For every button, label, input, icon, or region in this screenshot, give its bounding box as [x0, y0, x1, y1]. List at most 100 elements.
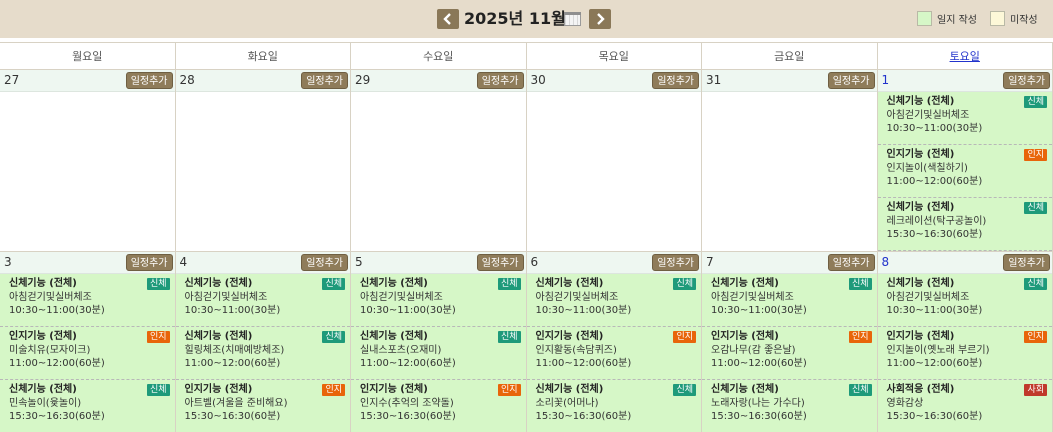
add-schedule-button[interactable]: 일정추가 [827, 72, 875, 89]
schedule-event[interactable]: 신체기능 (전체) 아침걷기및실버체조 10:30~11:00(30분) 신체 [877, 92, 1052, 145]
add-schedule-button[interactable]: 일정추가 [301, 254, 348, 271]
event-type-badge: 신체 [146, 384, 170, 396]
day-cell[interactable]: 1 일정추가 신체기능 (전체) 아침걷기및실버체조 10:30~11:00(30분) 신… [877, 70, 1053, 251]
add-schedule-button[interactable]: 일정추가 [827, 254, 875, 271]
day-cell[interactable]: 3 일정추가 신체기능 (전체) 아침걷기및실버체조 10:30~11:00(30분) 신… [0, 252, 176, 432]
event-program-name: 영화감상 [886, 398, 924, 409]
day-cell[interactable]: 30 일정추가 [526, 70, 702, 251]
schedule-event[interactable]: 인지기능 (전체) 오감나무(감 좋은날) 11:00~12:00(60분) 인지 [702, 327, 877, 380]
day-cell[interactable]: 6 일정추가신체기능 (전체) 아침걷기및실버체조 10:30~11:00(30분) 신… [526, 252, 702, 432]
add-schedule-button[interactable]: 일정추가 [652, 72, 699, 89]
add-schedule-button[interactable]: 일정추가 [476, 254, 524, 271]
event-category: 인지기능 (전체) [711, 331, 779, 342]
event-program-name: 아침걷기및실버체조 [886, 110, 970, 121]
event-program-name: 아침걷기및실버체조 [9, 292, 92, 303]
event-time: 15:30~16:30(60분) [184, 411, 281, 422]
add-schedule-button[interactable]: 일정추가 [652, 254, 699, 271]
day-cell[interactable]: 4 일정추가신체기능 (전체) 아침걷기및실버체조 10:30~11:00(30분) 신… [175, 252, 351, 432]
add-schedule-button[interactable]: 일정추가 [125, 254, 173, 271]
day-cell[interactable]: 31 일정추가 [702, 70, 878, 251]
day-cell[interactable]: 8 일정추가신체기능 (전체) 아침걷기및실버체조 10:30~11:00(30분) 신… [877, 252, 1053, 432]
schedule-event[interactable]: 인지기능 (전체) 인지활동(속담퀴즈) 11:00~12:00(60분) 인지 [526, 327, 701, 380]
day-number: 8 [881, 255, 890, 269]
event-program-name: 실내스포츠(오재미) [360, 345, 442, 356]
day-header: 3 일정추가 [0, 252, 175, 274]
day-cell[interactable]: 28 일정추가 [175, 70, 351, 251]
event-program-name: 오감나무(감 좋은날) [711, 345, 796, 356]
schedule-event[interactable]: 인지기능 (전체) 미술치유(모자이크) 11:00~12:00(60분) 인지 [0, 327, 175, 380]
schedule-event[interactable]: 신체기능 (전체) 민속놀이(윷놀이) 15:30~16:30(60분) 신체 [0, 380, 175, 432]
event-program-name: 민속놀이(윷놀이) [9, 398, 82, 409]
schedule-event[interactable]: 신체기능 (전체) 실내스포츠(오재미) 11:00~12:00(60분) 신체 [351, 327, 526, 380]
event-time: 11:00~12:00(60분) [184, 358, 281, 369]
schedule-event[interactable]: 인지기능 (전체) 아트벨(겨울을 준비해요) 15:30~16:30(60분) 인지 [175, 380, 350, 432]
schedule-event[interactable]: 신체기능 (전체) 아침걷기및실버체조 10:30~11:00(30분) 신체 [0, 274, 175, 327]
day-header: 5 일정추가 [351, 252, 526, 274]
day-cell[interactable]: 27 일정추가 [0, 70, 176, 251]
weekday-header-6[interactable]: 토요일 [878, 43, 1053, 69]
event-program-name: 인지놀이(색칠하기) [886, 163, 968, 174]
schedule-event[interactable]: 신체기능 (전체) 힐링체조(치매예방체조) 11:00~12:00(60분) 신체 [175, 327, 350, 380]
schedule-event[interactable]: 사회적응 (전체) 영화감상 15:30~16:30(60분) 사회 [877, 380, 1052, 432]
event-time: 11:00~12:00(60분) [360, 358, 456, 369]
day-number: 4 [179, 255, 188, 269]
event-type-badge: 인지 [1024, 331, 1047, 343]
event-category: 인지기능 (전체) [886, 331, 955, 342]
schedule-event[interactable]: 신체기능 (전체) 아침걷기및실버체조 10:30~11:00(30분) 신체 [351, 274, 526, 327]
day-header: 8 일정추가 [877, 252, 1052, 274]
event-program-name: 미술치유(모자이크) [9, 345, 91, 356]
event-category: 인지기능 (전체) [535, 331, 604, 342]
add-schedule-button[interactable]: 일정추가 [1003, 254, 1050, 271]
day-cell[interactable]: 5 일정추가 신체기능 (전체) 아침걷기및실버체조 10:30~11:00(30분) 신… [351, 252, 527, 432]
schedule-event[interactable]: 인지기능 (전체) 인지수(추억의 조약돌) 15:30~16:30(60분) 인지 [351, 380, 526, 432]
schedule-event[interactable]: 신체기능 (전체) 아침걷기및실버체조 10:30~11:00(30분) 신체 [526, 274, 701, 327]
event-category: 신체기능 (전체) [535, 278, 604, 289]
event-type-badge: 신체 [848, 278, 872, 290]
schedule-event[interactable]: 신체기능 (전체) 아침걷기및실버체조 10:30~11:00(30분) 신체 [175, 274, 350, 327]
add-schedule-button[interactable]: 일정추가 [301, 72, 348, 89]
day-number: 6 [530, 255, 539, 269]
event-category: 신체기능 (전체) [184, 278, 253, 289]
day-header: 30 일정추가 [526, 70, 701, 92]
schedule-event[interactable]: 신체기능 (전체) 아침걷기및실버체조 10:30~11:00(30분) 신체 [877, 274, 1052, 327]
day-header: 7 일정추가 [702, 252, 877, 274]
event-time: 15:30~16:30(60분) [535, 411, 632, 422]
event-category: 인지기능 (전체) [360, 384, 428, 395]
event-category: 인지기능 (전체) [886, 149, 955, 160]
event-time: 10:30~11:00(30분) [886, 123, 983, 134]
weekday-header-4: 목요일 [527, 43, 702, 69]
weekday-header-1: 월요일 [0, 43, 176, 69]
event-type-badge: 신체 [146, 278, 170, 290]
event-category: 신체기능 (전체) [886, 96, 955, 107]
event-program-name: 힐링체조(치매예방체조) [184, 345, 285, 356]
event-type-badge: 신체 [848, 384, 872, 396]
day-number: 30 [530, 73, 546, 87]
add-schedule-button[interactable]: 일정추가 [1003, 72, 1050, 89]
event-program-name: 인지수(추억의 조약돌) [360, 398, 454, 409]
schedule-event[interactable]: 인지기능 (전체) 인지놀이(옛노래 부르기) 11:00~12:00(60분) 인지 [877, 327, 1052, 380]
day-cell[interactable]: 7 일정추가 신체기능 (전체) 아침걷기및실버체조 10:30~11:00(30분) 신… [702, 252, 878, 432]
calendar-picker-icon[interactable] [564, 12, 581, 26]
schedule-event[interactable]: 신체기능 (전체) 소리꽃(어머나) 15:30~16:30(60분) 신체 [526, 380, 701, 432]
month-title: 2025년 11월 [464, 9, 566, 28]
event-time: 15:30~16:30(60분) [886, 229, 983, 240]
day-cell[interactable]: 29 일정추가 [351, 70, 527, 251]
next-month-button[interactable] [589, 9, 611, 29]
schedule-event[interactable]: 신체기능 (전체) 노래자랑(나는 가수다) 15:30~16:30(60분) 신체 [702, 380, 877, 432]
event-type-badge: 신체 [322, 331, 345, 343]
prev-month-button[interactable] [437, 9, 459, 29]
week-row: 27 일정추가 28 일정추가 29 일정추가 30 일정추가 31 일정추가 1 일정추가 신체기능 … [0, 70, 1053, 252]
event-type-badge: 인지 [146, 331, 170, 343]
add-schedule-button[interactable]: 일정추가 [125, 72, 173, 89]
event-category: 신체기능 (전체) [9, 384, 77, 395]
schedule-event[interactable]: 인지기능 (전체) 인지놀이(색칠하기) 11:00~12:00(60분) 인지 [877, 145, 1052, 198]
schedule-event[interactable]: 신체기능 (전체) 아침걷기및실버체조 10:30~11:00(30분) 신체 [702, 274, 877, 327]
event-category: 신체기능 (전체) [9, 278, 77, 289]
event-program-name: 인지활동(속담퀴즈) [535, 345, 617, 356]
add-schedule-button[interactable]: 일정추가 [476, 72, 524, 89]
calendar-grid: 월요일 화요일 수요일 목요일 금요일 토요일 27 일정추가 28 일정추가 29 일정추가 30 일… [0, 42, 1053, 432]
day-header: 29 일정추가 [351, 70, 526, 92]
event-category: 신체기능 (전체) [711, 384, 779, 395]
schedule-event[interactable]: 신체기능 (전체) 레크레이션(탁구공놀이) 15:30~16:30(60분) 신체 [877, 198, 1052, 251]
event-type-badge: 신체 [497, 331, 521, 343]
